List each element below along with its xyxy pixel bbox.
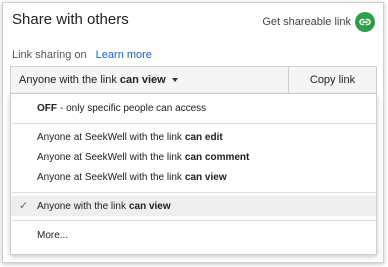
menu-item-seekwell-comment[interactable]: Anyone at SeekWell with the link can com…: [11, 147, 376, 167]
menu-item-seekwell-view[interactable]: Anyone at SeekWell with the link can vie…: [11, 167, 376, 187]
menu-item-bold: can view: [184, 171, 227, 183]
access-level-menu: OFF - only specific people can access An…: [10, 94, 377, 255]
menu-item-anyone-view[interactable]: ✓ Anyone with the link can view: [11, 196, 376, 216]
access-level-value: can view: [119, 74, 166, 86]
link-icon[interactable]: [355, 12, 375, 32]
menu-item-text: Anyone at SeekWell with the link: [37, 171, 182, 183]
menu-item-bold: can edit: [184, 131, 223, 143]
link-sharing-label: Link sharing on: [12, 49, 87, 61]
access-level-dropdown[interactable]: Anyone with the link can view: [11, 67, 289, 93]
menu-item-text: Anyone at SeekWell with the link: [37, 151, 182, 163]
caret-down-icon: [171, 78, 178, 82]
check-icon: ✓: [19, 200, 29, 212]
menu-item-text: Anyone at SeekWell with the link: [37, 131, 182, 143]
menu-item-text: Anyone with the link: [37, 200, 126, 212]
learn-more-link[interactable]: Learn more: [96, 49, 152, 61]
access-select-bar: Anyone with the link can view Copy link: [10, 66, 377, 94]
dialog-title: Share with others: [12, 11, 129, 28]
menu-item-seekwell-edit[interactable]: Anyone at SeekWell with the link can edi…: [11, 127, 376, 147]
menu-divider: [11, 192, 376, 193]
menu-item-text: More...: [37, 229, 69, 241]
share-dialog: Share with others Get shareable link Lin…: [2, 2, 384, 263]
menu-item-bold: can comment: [184, 151, 250, 163]
menu-item-bold: can view: [128, 200, 171, 212]
menu-item-off[interactable]: OFF - only specific people can access: [11, 98, 376, 118]
get-shareable-link-label: Get shareable link: [262, 16, 351, 28]
menu-item-more[interactable]: More...: [11, 225, 376, 245]
access-level-prefix: Anyone with the link: [19, 74, 117, 86]
menu-divider: [11, 220, 376, 221]
copy-link-button[interactable]: Copy link: [289, 67, 376, 93]
menu-item-bold: OFF: [37, 102, 57, 114]
link-sharing-status: Link sharing on Learn more: [12, 49, 152, 61]
get-shareable-link-button[interactable]: Get shareable link: [262, 12, 375, 32]
menu-item-text: - only specific people can access: [60, 102, 207, 114]
menu-divider: [11, 123, 376, 124]
